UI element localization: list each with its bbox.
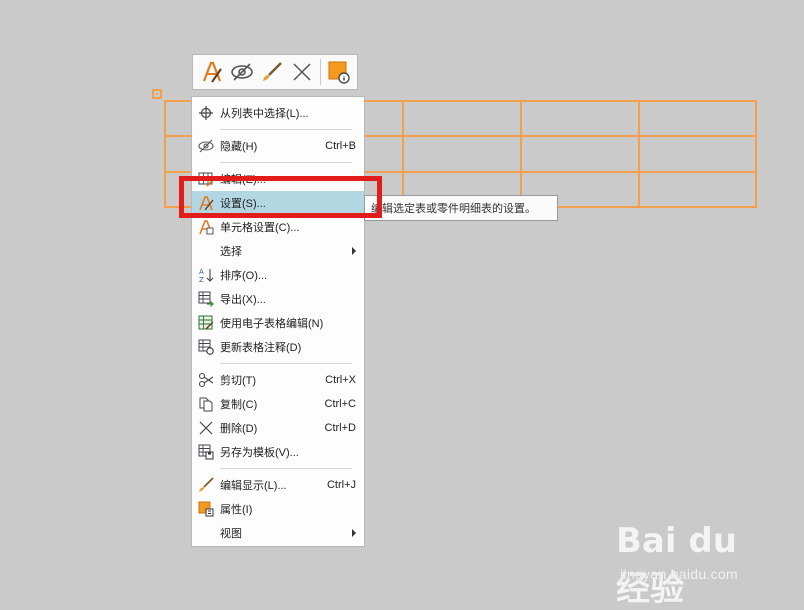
hide-eye-icon: [198, 139, 214, 153]
menu-separator: [220, 468, 352, 469]
menu-item-properties[interactable]: 属性(I): [192, 497, 364, 521]
menu-item-spreadsheet-edit[interactable]: 使用电子表格编辑(N): [192, 311, 364, 335]
menu-item-hide[interactable]: 隐藏(H) Ctrl+B: [192, 134, 364, 158]
menu-item-edit[interactable]: 编辑(E)...: [192, 167, 364, 191]
brush-icon[interactable]: [257, 57, 287, 87]
tooltip: 编辑选定表或零件明细表的设置。: [364, 195, 558, 221]
menu-item-label: 编辑显示(L)...: [220, 480, 287, 492]
menu-item-label: 视图: [220, 528, 242, 540]
menu-item-label: 从列表中选择(L)...: [220, 108, 309, 120]
svg-text:Z: Z: [199, 276, 204, 283]
properties-icon[interactable]: [324, 57, 354, 87]
menu-item-cut[interactable]: 剪切(T) Ctrl+X: [192, 368, 364, 392]
menu-item-shortcut: Ctrl+J: [326, 479, 356, 491]
menu-item-label: 编辑(E)...: [220, 174, 266, 186]
svg-text:A: A: [199, 268, 204, 276]
settings-pen-icon: [199, 196, 214, 211]
menu-item-label: 隐藏(H): [220, 141, 258, 153]
menu-item-delete[interactable]: 删除(D) Ctrl+D: [192, 416, 364, 440]
menu-item-edit-display[interactable]: 编辑显示(L)... Ctrl+J: [192, 473, 364, 497]
delete-x-icon[interactable]: [287, 57, 317, 87]
context-toolbar: [192, 54, 358, 90]
menu-item-label: 选择: [220, 246, 242, 258]
text-style-icon[interactable]: [197, 57, 227, 87]
menu-item-export[interactable]: 导出(X)...: [192, 287, 364, 311]
crosshair-icon: [199, 106, 213, 120]
menu-item-shortcut: Ctrl+D: [324, 422, 356, 434]
menu-item-label: 更新表格注释(D): [220, 342, 302, 354]
spreadsheet-edit-icon: [198, 315, 214, 330]
menu-item-sort[interactable]: A Z 排序(O)...: [192, 263, 364, 287]
menu-item-save-as-template[interactable]: 另存为模板(V)...: [192, 440, 364, 464]
update-table-icon: [198, 339, 214, 355]
menu-item-label: 属性(I): [220, 504, 253, 516]
table-edit-icon: [198, 172, 214, 187]
properties-icon: [198, 501, 214, 517]
submenu-arrow-icon: [352, 247, 356, 255]
submenu-arrow-icon: [352, 529, 356, 537]
menu-item-settings[interactable]: 设置(S)...: [192, 191, 364, 215]
menu-separator: [220, 363, 352, 364]
menu-item-label: 设置(S)...: [220, 198, 266, 210]
copy-icon: [199, 397, 213, 412]
cell-settings-icon: [199, 220, 214, 235]
hide-eye-icon[interactable]: [227, 57, 257, 87]
menu-item-shortcut: Ctrl+B: [325, 140, 356, 152]
menu-item-view-submenu[interactable]: 视图: [192, 521, 364, 545]
menu-separator: [220, 129, 352, 130]
export-table-icon: [198, 291, 214, 307]
menu-item-select-submenu[interactable]: 选择: [192, 239, 364, 263]
watermark: Bai du 经验 jingyan.baidu.com: [616, 509, 766, 609]
cut-icon: [198, 372, 214, 388]
toolbar-separator: [320, 59, 321, 85]
menu-item-label: 使用电子表格编辑(N): [220, 318, 324, 330]
table-anchor-handle[interactable]: [152, 89, 162, 99]
menu-item-shortcut: Ctrl+X: [325, 374, 356, 386]
watermark-url: jingyan.baidu.com: [620, 566, 738, 582]
menu-item-update-table-annotation[interactable]: 更新表格注释(D): [192, 335, 364, 359]
menu-item-label: 单元格设置(C)...: [220, 222, 300, 234]
menu-separator: [220, 162, 352, 163]
menu-item-label: 删除(D): [220, 423, 258, 435]
save-template-icon: [198, 444, 214, 460]
menu-item-copy[interactable]: 复制(C) Ctrl+C: [192, 392, 364, 416]
menu-item-label: 导出(X)...: [220, 294, 266, 306]
sort-az-icon: A Z: [199, 268, 214, 283]
menu-item-label: 剪切(T): [220, 375, 257, 387]
menu-item-label: 排序(O)...: [220, 270, 268, 282]
context-menu: 从列表中选择(L)... 隐藏(H) Ctrl+B 编辑(E)... 设置(S)…: [191, 96, 365, 547]
menu-item-cell-settings[interactable]: 单元格设置(C)...: [192, 215, 364, 239]
brush-icon: [199, 477, 214, 492]
menu-item-label: 复制(C): [220, 399, 258, 411]
menu-item-label: 另存为模板(V)...: [220, 447, 299, 459]
menu-item-shortcut: Ctrl+C: [324, 398, 356, 410]
delete-x-icon: [199, 421, 213, 435]
menu-item-select-from-list[interactable]: 从列表中选择(L)...: [192, 101, 364, 125]
